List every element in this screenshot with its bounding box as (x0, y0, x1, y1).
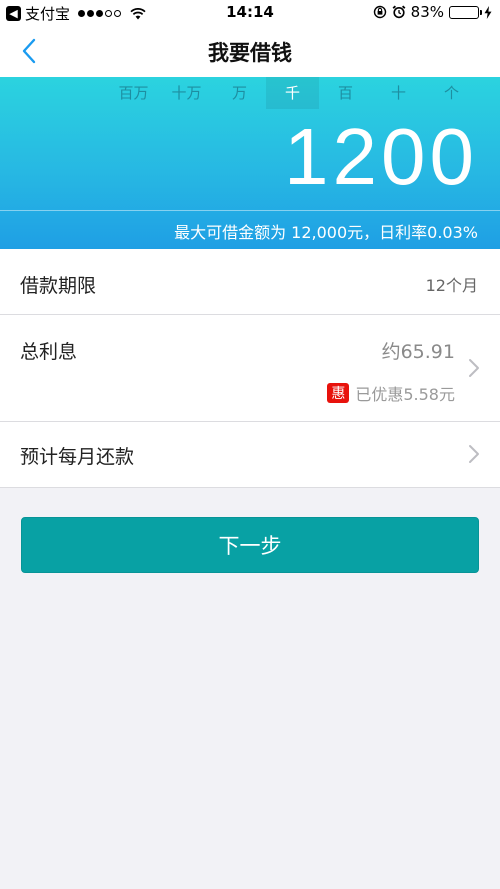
loan-term-value: 12个月 (425, 276, 478, 295)
digit-place-3[interactable]: 千 (266, 77, 319, 109)
digit-place-5[interactable]: 十 (372, 77, 425, 109)
chevron-right-icon (469, 359, 479, 377)
page-title: 我要借钱 (208, 41, 292, 65)
next-step-button[interactable]: 下一步 (21, 517, 479, 573)
max-limit-rate-text: 最大可借金额为 12,000元，日利率0.03% (174, 223, 478, 242)
monthly-payment-label: 预计每月还款 (20, 446, 135, 468)
battery-icon (449, 5, 482, 19)
amount-divider (0, 210, 500, 211)
rotation-lock-icon (373, 5, 386, 19)
discount-info: 惠 已优惠5.58元 (327, 381, 455, 405)
battery-percent: 83% (410, 3, 444, 21)
total-interest-label: 总利息 (20, 341, 78, 363)
digit-place-1[interactable]: 十万 (160, 77, 213, 109)
amount-panel: 百万 十万万千百十个 1200 最大可借金额为 12,000元，日利率0.03% (0, 77, 500, 249)
loan-term-row: 借款期限 12个月 (0, 249, 500, 315)
alarm-icon (392, 5, 406, 19)
digit-place-0[interactable]: 百万 (107, 77, 160, 109)
status-right: 83% (373, 3, 492, 21)
digit-place-2[interactable]: 万 (213, 77, 266, 109)
digit-place-4[interactable]: 百 (319, 77, 372, 109)
total-interest-value: 约65.91 (381, 341, 455, 363)
loan-amount-value[interactable]: 1200 (284, 117, 478, 197)
discount-text: 已优惠5.58元 (355, 385, 455, 404)
total-interest-row[interactable]: 总利息 约65.91 惠 已优惠5.58元 (0, 315, 500, 422)
digit-place-6[interactable]: 个 (425, 77, 478, 109)
discount-badge-icon: 惠 (327, 383, 350, 403)
status-bar: ◀ 支付宝 14:14 83% (0, 0, 500, 26)
charging-icon (484, 5, 492, 19)
digit-place-selector: 百万 十万万千百十个 (0, 77, 500, 109)
loan-details-list: 借款期限 12个月 总利息 约65.91 惠 已优惠5.58元 预计每月还款 (0, 249, 500, 488)
chevron-right-icon (469, 445, 479, 463)
loan-term-label: 借款期限 (20, 275, 97, 297)
monthly-payment-row[interactable]: 预计每月还款 (0, 422, 500, 487)
nav-bar: 我要借钱 (0, 26, 500, 77)
